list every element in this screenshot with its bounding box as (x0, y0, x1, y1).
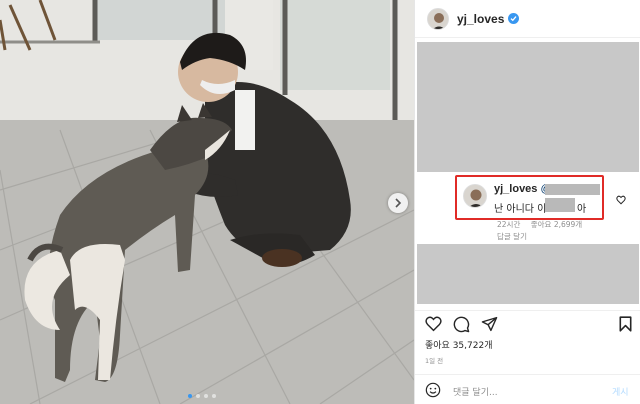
post-photo[interactable] (0, 0, 414, 404)
post-date[interactable]: 1일 전 (425, 355, 443, 365)
carousel-dots (188, 394, 216, 398)
username-link[interactable]: yj_loves (457, 12, 504, 26)
avatar-image (464, 185, 486, 207)
comment-button[interactable] (453, 316, 470, 337)
post-comment-button[interactable]: 게시 (612, 385, 629, 398)
reply-button[interactable]: 답글 달기 (497, 231, 527, 242)
chevron-right-icon (395, 198, 402, 208)
share-icon (481, 316, 498, 332)
avatar-image (428, 8, 448, 29)
carousel-dot (188, 394, 192, 398)
comment-input[interactable]: 댓글 달기... (453, 385, 498, 398)
post-side-panel: yj_loves yj_loves @ 난 아니다 이 아 22시간 좋아요 2… (414, 0, 640, 404)
highlighted-comment: yj_loves @ 난 아니다 이 아 (455, 175, 604, 220)
verified-badge-icon (508, 13, 520, 24)
likes-count[interactable]: 좋아요 35,722개 (425, 338, 492, 351)
post-header: yj_loves (415, 0, 640, 38)
like-button[interactable] (425, 316, 442, 336)
comment-likes[interactable]: 좋아요 2,699개 (531, 220, 582, 229)
comment-author[interactable]: yj_loves @ (494, 183, 552, 195)
comment-avatar[interactable] (463, 184, 487, 208)
emoji-button[interactable] (425, 382, 441, 402)
photo-illustration (0, 0, 414, 404)
action-bar (415, 310, 640, 336)
carousel-dot (196, 394, 200, 398)
heart-icon (425, 316, 442, 332)
heart-icon (616, 195, 626, 205)
comment-meta: 22시간 좋아요 2,699개 (497, 219, 590, 230)
carousel-dot (212, 394, 216, 398)
share-button[interactable] (481, 316, 498, 336)
comment-like-button[interactable] (616, 190, 626, 209)
comment-time: 22시간 (497, 220, 521, 229)
avatar[interactable] (427, 7, 449, 30)
smiley-icon (425, 382, 441, 398)
redacted-word (545, 198, 575, 212)
redacted-comments-area (417, 244, 639, 304)
carousel-next-button[interactable] (388, 193, 408, 213)
redacted-mention (545, 184, 600, 195)
redacted-caption-area (417, 42, 639, 172)
bookmark-icon (619, 316, 632, 332)
comment-text: 난 아니다 이 (494, 204, 547, 215)
carousel-dot (204, 394, 208, 398)
comment-username[interactable]: yj_loves (494, 183, 537, 195)
comment-icon (453, 316, 470, 333)
add-comment-bar: 댓글 달기... 게시 (415, 374, 640, 404)
comment-text-suffix: 아 (577, 204, 587, 215)
save-button[interactable] (619, 316, 632, 336)
